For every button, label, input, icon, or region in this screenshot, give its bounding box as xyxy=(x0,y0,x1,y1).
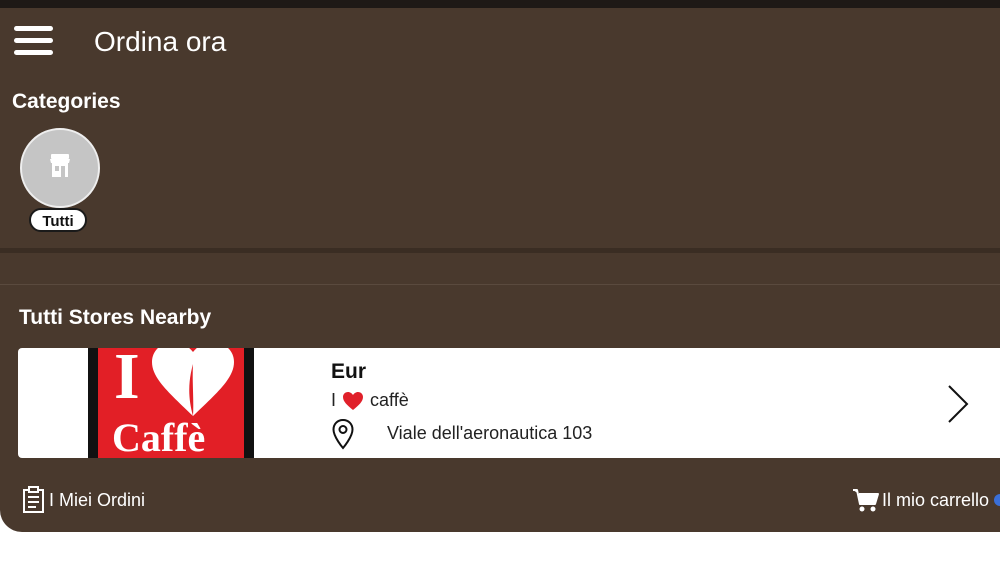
category-circle xyxy=(20,128,100,208)
hamburger-menu-icon[interactable] xyxy=(14,24,54,58)
category-label: Tutti xyxy=(29,208,87,232)
my-orders-button[interactable]: I Miei Ordini xyxy=(22,485,145,515)
heart-icon xyxy=(343,391,364,410)
divider xyxy=(0,248,1000,253)
brand-prefix: I xyxy=(331,390,337,410)
divider xyxy=(0,284,1000,285)
my-orders-label: I Miei Ordini xyxy=(49,489,146,510)
category-item-tutti[interactable]: Tutti xyxy=(20,128,100,236)
status-strip xyxy=(0,0,1000,8)
cart-badge xyxy=(994,494,1000,506)
store-logo: I Caffè xyxy=(88,348,254,458)
stores-heading: Tutti Stores Nearby xyxy=(19,306,212,329)
store-card[interactable]: I Caffè Eur I caffè Viale dell'aeronauti… xyxy=(18,348,1000,458)
store-icon xyxy=(50,154,70,177)
my-cart-button[interactable]: Il mio carrello xyxy=(852,485,989,515)
page-title: Ordina ora xyxy=(94,26,227,57)
chevron-right-icon[interactable] xyxy=(946,384,970,424)
clipboard-icon xyxy=(23,486,44,513)
cart-icon xyxy=(853,489,879,512)
header: Ordina ora xyxy=(0,8,1000,76)
store-address: Viale dell'aeronautica 103 xyxy=(387,423,593,443)
my-cart-label: Il mio carrello xyxy=(882,489,990,510)
categories-heading: Categories xyxy=(12,90,121,113)
app-screen: Ordina ora Categories Tutti Tutti Stores… xyxy=(0,8,1000,532)
brand-suffix: caffè xyxy=(370,390,409,410)
store-brand: I caffè xyxy=(331,390,409,411)
location-pin-icon xyxy=(332,418,354,450)
store-name: Eur xyxy=(331,360,367,383)
